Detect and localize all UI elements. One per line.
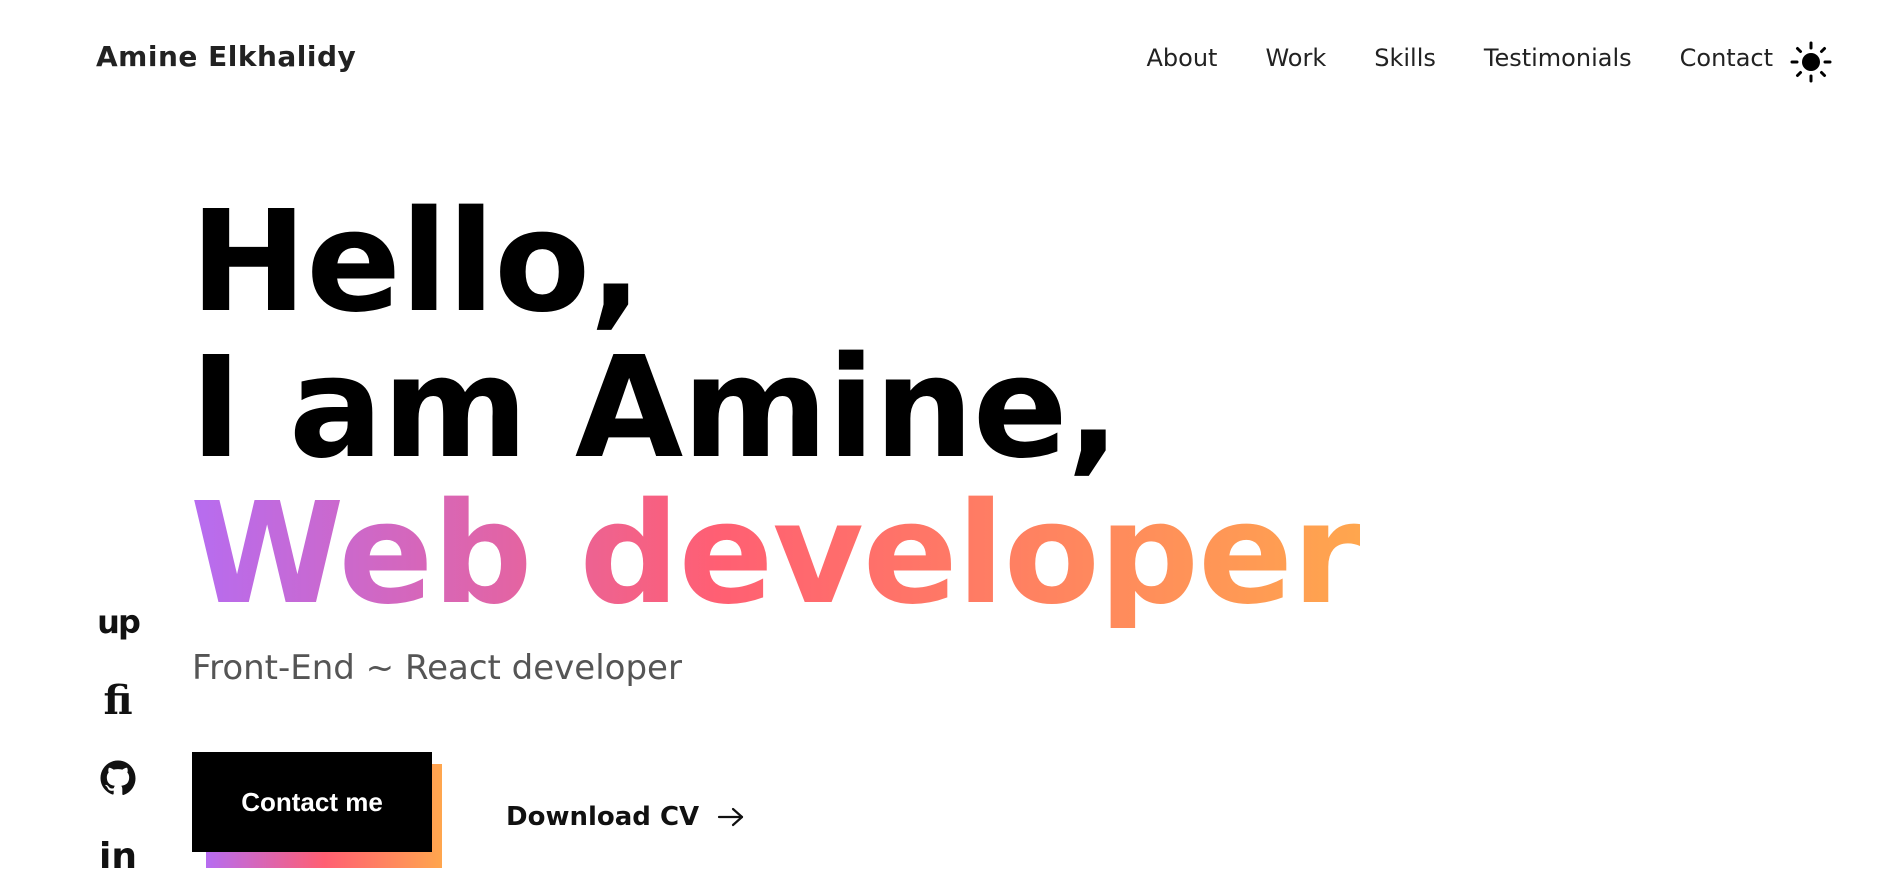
- contact-me-button[interactable]: Contact me: [192, 752, 432, 852]
- hero-line-role: Web developer: [190, 473, 1361, 636]
- contact-button-wrapper: Contact me: [192, 752, 442, 868]
- hero-line-name: I am Amine,: [190, 327, 1120, 490]
- linkedin-link[interactable]: in: [96, 834, 140, 876]
- fiverr-link[interactable]: fi: [96, 676, 140, 724]
- theme-toggle-button[interactable]: [1789, 40, 1833, 84]
- github-icon: [100, 760, 136, 796]
- nav-testimonials[interactable]: Testimonials: [1484, 44, 1632, 72]
- nav-contact[interactable]: Contact: [1680, 44, 1773, 72]
- nav-about[interactable]: About: [1146, 44, 1217, 72]
- download-cv-link[interactable]: Download CV: [506, 802, 745, 832]
- sun-icon: [1790, 41, 1832, 83]
- download-cv-label: Download CV: [506, 802, 700, 832]
- upwork-link[interactable]: up: [96, 600, 141, 644]
- main-nav: About Work Skills Testimonials Contact: [1146, 44, 1773, 72]
- github-link[interactable]: [96, 756, 140, 800]
- nav-work[interactable]: Work: [1265, 44, 1326, 72]
- site-header: Amine Elkhalidy About Work Skills Testim…: [0, 0, 1903, 120]
- hero-subtitle: Front-End ~ React developer: [192, 648, 682, 688]
- arrow-right-icon: [718, 807, 744, 827]
- upwork-icon: up: [97, 603, 141, 641]
- hero-title: Hello, I am Amine, Web developer: [190, 181, 1361, 636]
- page: Amine Elkhalidy About Work Skills Testim…: [0, 0, 1903, 876]
- social-links: up fi in: [96, 600, 141, 876]
- fiverr-icon: fi: [103, 676, 133, 724]
- brand-logo[interactable]: Amine Elkhalidy: [96, 40, 356, 73]
- nav-skills[interactable]: Skills: [1374, 44, 1436, 72]
- linkedin-icon: in: [99, 835, 137, 876]
- hero-line-hello: Hello,: [190, 181, 642, 344]
